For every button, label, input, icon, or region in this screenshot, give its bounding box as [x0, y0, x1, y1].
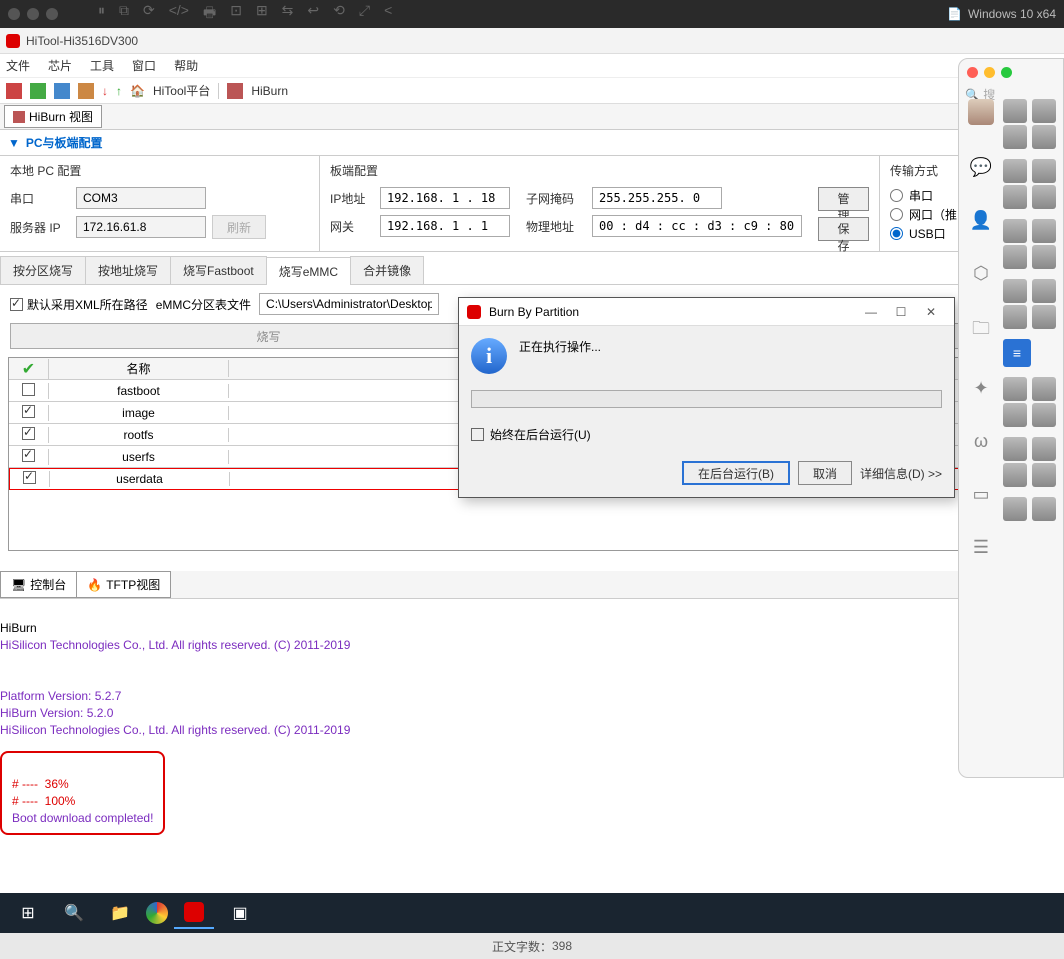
app-icon — [6, 34, 20, 48]
up-arrow-icon[interactable]: ↑ — [116, 84, 122, 98]
home-icon[interactable]: 🏠 — [130, 84, 145, 98]
menu-chip[interactable]: 芯片 — [48, 57, 72, 74]
contact-list: ≡ — [1003, 99, 1059, 521]
tab-partition[interactable]: 按分区烧写 — [0, 256, 86, 284]
server-ip-label: 服务器 IP — [10, 219, 70, 236]
cube-icon[interactable]: ⬡ — [973, 263, 989, 284]
ip-input[interactable] — [380, 187, 510, 209]
avatar[interactable] — [968, 99, 994, 125]
dialog-message: 正在执行操作... — [519, 338, 601, 355]
burn-tabs: 按分区烧写 按地址烧写 烧写Fastboot 烧写eMMC 合并镜像 — [0, 256, 1064, 285]
dialog-title: Burn By Partition — [489, 305, 579, 319]
start-button[interactable]: ⊞ — [8, 897, 48, 929]
terminal-icon[interactable]: ▣ — [220, 897, 260, 929]
search-button[interactable]: 🔍 — [54, 897, 94, 929]
check-icon: ✔ — [22, 361, 35, 378]
menu-icon[interactable]: ☰ — [973, 537, 989, 558]
windows-taskbar: ⊞ 🔍 📁 ▣ — [0, 893, 1064, 933]
tool-icon-1[interactable] — [6, 83, 22, 99]
cancel-button[interactable]: 取消 — [798, 461, 852, 485]
tool-icon-4[interactable] — [78, 83, 94, 99]
menu-tool[interactable]: 工具 — [90, 57, 114, 74]
maximize-button[interactable]: ☐ — [886, 305, 916, 319]
phone-icon[interactable]: ▭ — [972, 484, 989, 505]
hiburn-view-tab[interactable]: HiBurn 视图 — [4, 105, 102, 128]
config-panels: 本地 PC 配置 串口 服务器 IP 刷新 板端配置 IP地址 网关 子网掩码 … — [0, 156, 1064, 252]
minimize-button[interactable]: — — [856, 305, 886, 319]
always-background-checkbox[interactable]: 始终在后台运行(U) — [471, 426, 591, 443]
xml-file-label: eMMC分区表文件 — [156, 296, 251, 313]
config-section-header[interactable]: ▼ PC与板端配置 — [0, 130, 1064, 156]
app-title-text: HiTool-Hi3516DV300 — [26, 34, 138, 48]
dialog-icon — [467, 305, 481, 319]
chat-icon[interactable]: 💬 — [970, 157, 992, 178]
mac-traffic-lights[interactable] — [959, 59, 1063, 86]
tool-icon-2[interactable] — [30, 83, 46, 99]
doc-icon[interactable]: ≡ — [1003, 339, 1031, 367]
tab-fastboot[interactable]: 烧写Fastboot — [170, 256, 267, 284]
chrome-icon[interactable] — [146, 902, 168, 924]
console-tabs: 🖥控制台 🔥TFTP视图 — [0, 571, 1064, 599]
view-tabs: HiBurn 视图 — [0, 104, 1064, 130]
document-icon: 📄 — [947, 7, 962, 21]
menu-file[interactable]: 文件 — [6, 57, 30, 74]
tab-emmc[interactable]: 烧写eMMC — [266, 257, 351, 285]
menubar: 文件 芯片 工具 窗口 帮助 — [0, 54, 1064, 78]
vm-label: 📄Windows 10 x64 — [947, 7, 1056, 21]
console-output: HiBurn HiSilicon Technologies Co., Ltd. … — [0, 599, 1064, 839]
hiburn-icon[interactable] — [227, 83, 243, 99]
console-tab[interactable]: 🖥控制台 — [0, 571, 77, 598]
manage-button[interactable]: 管理 — [818, 187, 869, 211]
mac-input[interactable] — [592, 215, 802, 237]
run-background-button[interactable]: 在后台运行(B) — [682, 461, 790, 485]
highlight-box: # ---- 36% # ---- 100% Boot download com… — [0, 751, 165, 835]
local-pc-panel: 本地 PC 配置 串口 服务器 IP 刷新 — [0, 156, 320, 251]
folder-icon[interactable]: 🗀 — [972, 316, 990, 346]
aperture-icon[interactable]: ✦ — [973, 378, 988, 399]
server-ip-select[interactable] — [76, 216, 206, 238]
contacts-icon[interactable]: 👤 — [970, 210, 992, 231]
w-icon[interactable]: ω — [974, 431, 988, 452]
vm-titlebar: ⏸⧉⟳</>🖶⊡⊞⇆↩⟲⤢< 📄Windows 10 x64 — [0, 0, 1064, 28]
tftp-tab[interactable]: 🔥TFTP视图 — [76, 571, 171, 598]
burn-button[interactable]: 烧写 — [10, 323, 527, 349]
app-titlebar: HiTool-Hi3516DV300 — [0, 28, 1064, 54]
collapse-icon: ▼ — [8, 136, 20, 150]
toolbar: ↓ ↑ 🏠 HiTool平台 HiBurn — [0, 78, 1064, 104]
details-link[interactable]: 详细信息(D) >> — [860, 465, 942, 482]
close-button[interactable]: ✕ — [916, 305, 946, 319]
chat-app-panel: 🔍 搜 💬 👤 ⬡ 🗀 ✦ ω ▭ ☰ ≡ — [958, 58, 1064, 778]
monitor-icon: 🖥 — [11, 578, 26, 592]
progress-bar — [471, 390, 942, 408]
toolbar-hiburn[interactable]: HiBurn — [251, 84, 288, 98]
down-arrow-icon[interactable]: ↓ — [102, 84, 108, 98]
menu-help[interactable]: 帮助 — [174, 57, 198, 74]
flame-icon: 🔥 — [87, 578, 102, 592]
toolbar-platform[interactable]: HiTool平台 — [153, 82, 210, 99]
tool-icon-3[interactable] — [54, 83, 70, 99]
serial-label: 串口 — [10, 190, 70, 207]
traffic-lights — [8, 8, 58, 20]
tab-address[interactable]: 按地址烧写 — [85, 256, 171, 284]
xml-file-input[interactable] — [259, 293, 439, 315]
info-icon: i — [471, 338, 507, 374]
nav-icons: 💬 👤 ⬡ 🗀 ✦ ω ▭ ☰ — [967, 99, 995, 558]
hitool-taskbar-icon[interactable] — [174, 897, 214, 929]
xml-default-checkbox[interactable]: 默认采用XML所在路径 — [10, 296, 148, 313]
serial-select[interactable] — [76, 187, 206, 209]
save-button[interactable]: 保存 — [818, 217, 869, 241]
tab-merge[interactable]: 合并镜像 — [350, 256, 424, 284]
dialog-titlebar: Burn By Partition — ☐ ✕ — [459, 298, 954, 326]
gateway-input[interactable] — [380, 215, 510, 237]
board-panel: 板端配置 IP地址 网关 子网掩码 物理地址 管理 保存 — [320, 156, 880, 251]
menu-window[interactable]: 窗口 — [132, 57, 156, 74]
statusbar: 正文字数：398 — [0, 933, 1064, 959]
burn-dialog: Burn By Partition — ☐ ✕ i 正在执行操作... 始终在后… — [458, 297, 955, 498]
tab-icon — [13, 111, 25, 123]
vm-toolbar-icons: ⏸⧉⟳</>🖶⊡⊞⇆↩⟲⤢< — [98, 2, 947, 26]
explorer-icon[interactable]: 📁 — [100, 897, 140, 929]
netmask-input[interactable] — [592, 187, 722, 209]
refresh-button[interactable]: 刷新 — [212, 215, 266, 239]
